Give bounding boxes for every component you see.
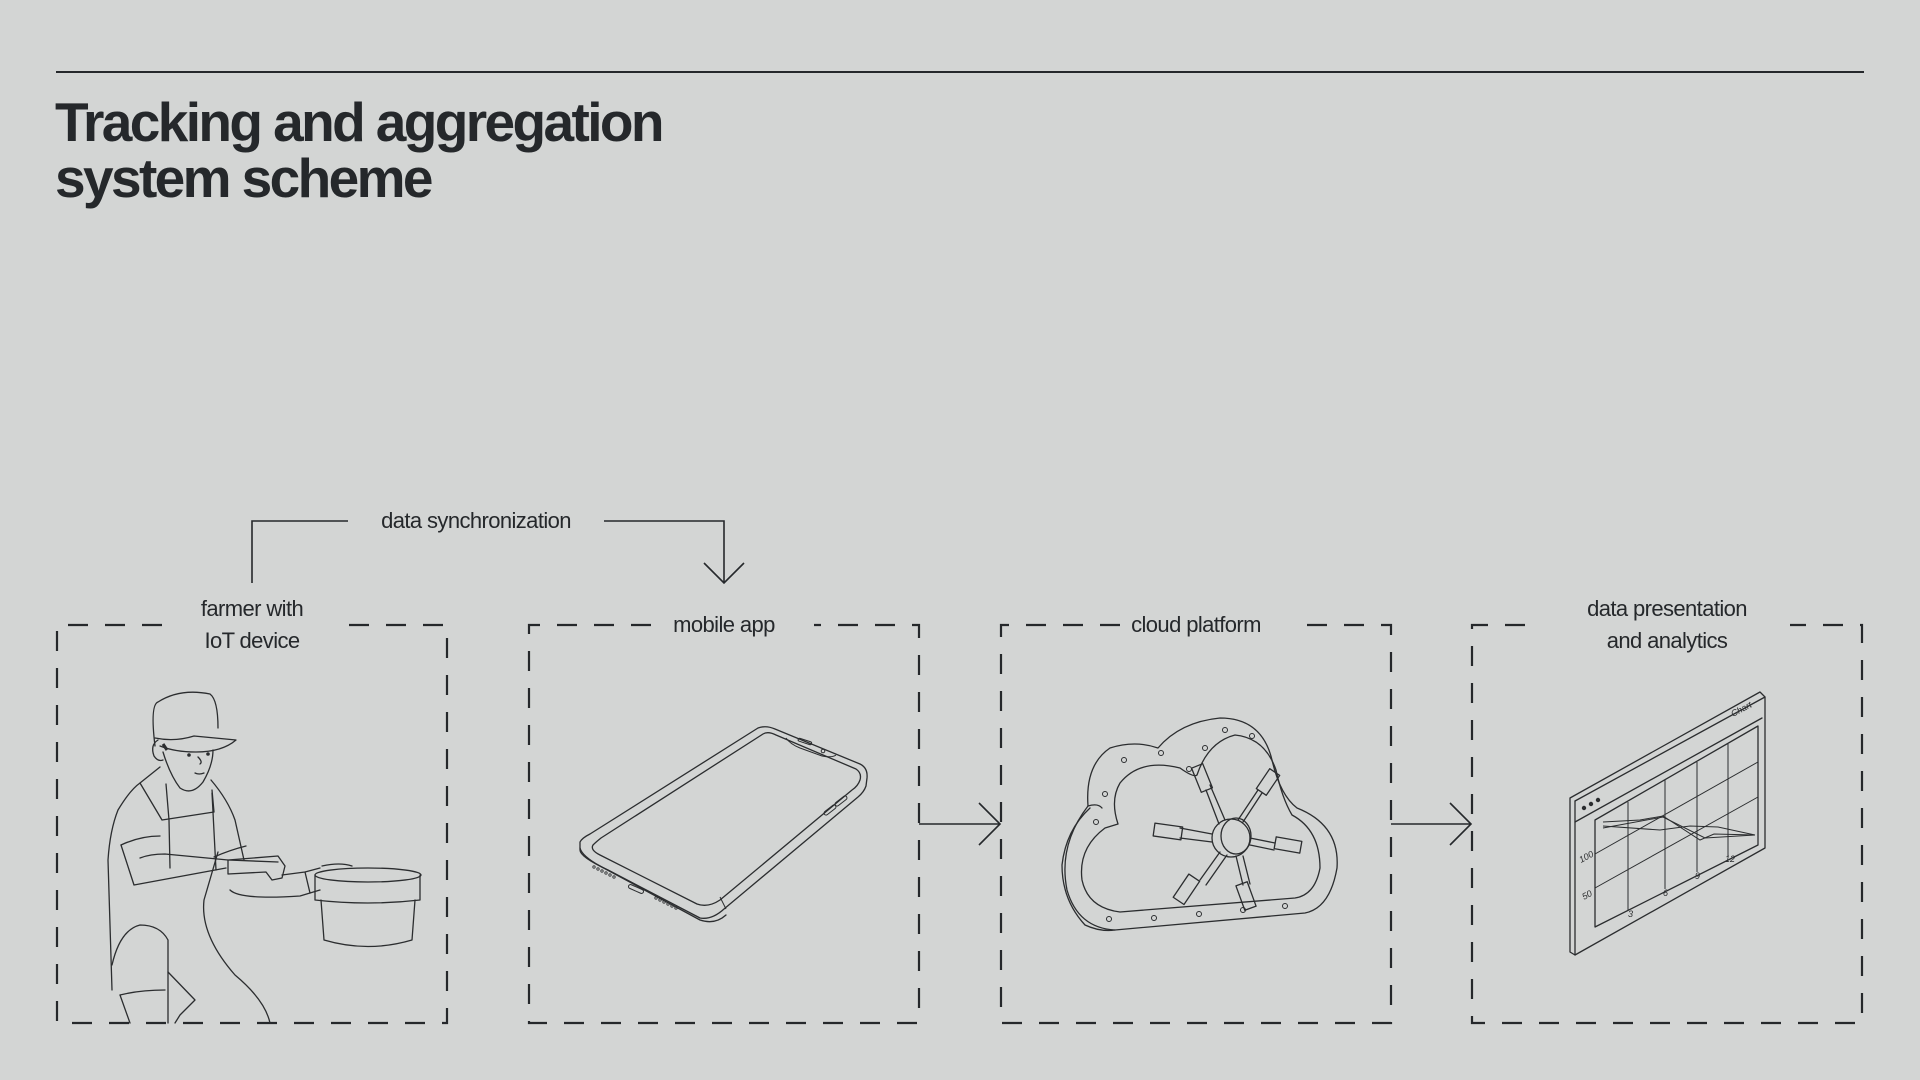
stage-farmer-label-line-1: farmer with bbox=[201, 596, 303, 621]
stage-farmer-label-line-2: IoT device bbox=[204, 628, 299, 653]
sync-line-left bbox=[251, 520, 348, 583]
chart-y-tick-100: 100 bbox=[1577, 849, 1595, 865]
system-scheme-diagram: data synchronization farmer with IoT dev… bbox=[55, 508, 1864, 1025]
stage-mobile-frame bbox=[527, 623, 921, 1025]
data-sync-connector: data synchronization bbox=[251, 508, 745, 585]
flow-arrow-cloud-to-analytics bbox=[1391, 802, 1473, 846]
stage-cloud: cloud platform bbox=[999, 612, 1393, 1025]
chart-x-tick-9: 9 bbox=[1695, 871, 1700, 881]
chart-x-tick-3: 3 bbox=[1628, 909, 1633, 919]
chart-window-icon: Chart 100 50 3 6 9 12 bbox=[1569, 691, 1766, 956]
stage-analytics-label-line-1: data presentation bbox=[1587, 596, 1747, 621]
farmer-with-iot-device-icon bbox=[107, 691, 422, 1024]
flow-arrow-mobile-to-cloud bbox=[919, 802, 1002, 846]
stage-analytics-label-line-2: and analytics bbox=[1607, 628, 1728, 653]
stage-cloud-label: cloud platform bbox=[1131, 612, 1261, 637]
chart-x-tick-12: 12 bbox=[1725, 854, 1735, 864]
sync-line-right bbox=[604, 520, 725, 583]
chart-y-tick-50: 50 bbox=[1580, 888, 1594, 902]
stage-mobile: mobile app bbox=[527, 612, 921, 1025]
sync-label: data synchronization bbox=[381, 508, 571, 533]
stage-analytics-frame bbox=[1470, 623, 1864, 1025]
stage-farmer: farmer with IoT device bbox=[55, 596, 449, 1025]
stage-cloud-frame bbox=[999, 623, 1393, 1025]
stage-analytics: data presentation and analytics Chart 10… bbox=[1470, 596, 1864, 1025]
chart-x-tick-6: 6 bbox=[1663, 888, 1668, 898]
stage-farmer-frame bbox=[55, 623, 449, 1025]
smartphone-icon bbox=[579, 726, 868, 923]
cloud-vault-icon bbox=[1061, 717, 1338, 932]
stage-mobile-label: mobile app bbox=[673, 612, 775, 637]
